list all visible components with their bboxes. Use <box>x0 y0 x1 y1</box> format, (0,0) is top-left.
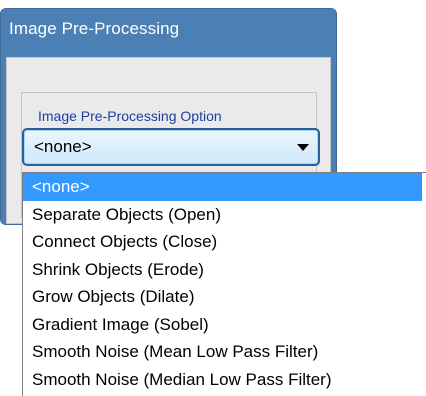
option-gradient-image-sobel[interactable]: Gradient Image (Sobel) <box>23 311 426 339</box>
option-none[interactable]: <none> <box>23 173 422 201</box>
option-grow-objects-dilate[interactable]: Grow Objects (Dilate) <box>23 283 426 311</box>
option-shrink-objects-erode[interactable]: Shrink Objects (Erode) <box>23 256 426 284</box>
screenshot-stage: Image Pre-Processing Image Pre-Processin… <box>0 0 426 396</box>
panel-title: Image Pre-Processing <box>9 19 180 38</box>
select-current-value: <none> <box>34 137 92 156</box>
option-smooth-noise-median[interactable]: Smooth Noise (Median Low Pass Filter) <box>23 366 426 394</box>
preprocessing-option-select[interactable]: <none> <box>22 128 320 166</box>
chevron-down-icon[interactable] <box>297 144 309 151</box>
option-connect-objects-close[interactable]: Connect Objects (Close) <box>23 228 426 256</box>
option-smooth-noise-mean[interactable]: Smooth Noise (Mean Low Pass Filter) <box>23 338 426 366</box>
preprocessing-option-label: Image Pre-Processing Option <box>38 108 222 124</box>
preprocessing-option-list[interactable]: <none> Separate Objects (Open) Connect O… <box>22 172 426 396</box>
option-separate-objects-open[interactable]: Separate Objects (Open) <box>23 201 426 229</box>
